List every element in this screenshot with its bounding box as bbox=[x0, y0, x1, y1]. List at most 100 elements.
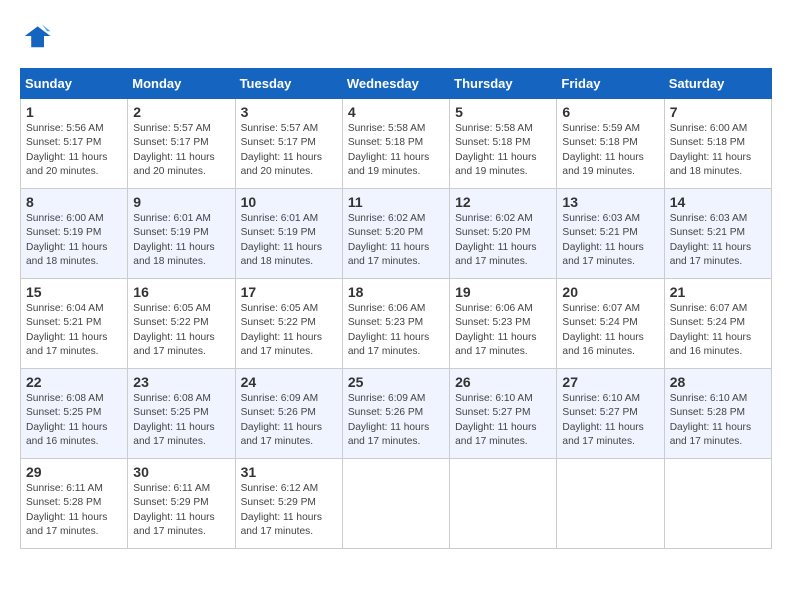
calendar-cell: 21 Sunrise: 6:07 AM Sunset: 5:24 PM Dayli… bbox=[664, 279, 771, 369]
cell-details: Sunrise: 6:11 AM Sunset: 5:29 PM Dayligh… bbox=[133, 482, 229, 539]
cell-details: Sunrise: 6:12 AM Sunset: 5:29 PM Dayligh… bbox=[241, 482, 337, 539]
day-number: 14 bbox=[670, 194, 766, 210]
day-number: 18 bbox=[348, 284, 444, 300]
dow-tuesday: Tuesday bbox=[235, 69, 342, 99]
cell-details: Sunrise: 6:09 AM Sunset: 5:26 PM Dayligh… bbox=[348, 392, 444, 449]
calendar-cell: 24 Sunrise: 6:09 AM Sunset: 5:26 PM Dayli… bbox=[235, 369, 342, 459]
calendar-cell: 25 Sunrise: 6:09 AM Sunset: 5:26 PM Dayli… bbox=[342, 369, 449, 459]
calendar-cell: 9Sunrise: 6:01 AM Sunset: 5:19 PM Daylig… bbox=[128, 189, 235, 279]
calendar-week-1: 1 Sunrise: 5:56 AM Sunset: 5:17 PM Daylig… bbox=[21, 99, 772, 189]
calendar-cell: 10 Sunrise: 6:01 AM Sunset: 5:19 PM Dayli… bbox=[235, 189, 342, 279]
cell-details: Sunrise: 6:08 AM Sunset: 5:25 PM Dayligh… bbox=[26, 392, 122, 449]
calendar-cell: 20 Sunrise: 6:07 AM Sunset: 5:24 PM Dayli… bbox=[557, 279, 664, 369]
calendar-week-3: 15Sunrise: 6:04 AM Sunset: 5:21 PM Dayli… bbox=[21, 279, 772, 369]
calendar-cell: 29 Sunrise: 6:11 AM Sunset: 5:28 PM Dayli… bbox=[21, 459, 128, 549]
cell-details: Sunrise: 5:56 AM Sunset: 5:17 PM Dayligh… bbox=[26, 122, 122, 179]
day-number: 23 bbox=[133, 374, 229, 390]
cell-details: Sunrise: 5:58 AM Sunset: 5:18 PM Dayligh… bbox=[455, 122, 551, 179]
calendar-cell: 2 Sunrise: 5:57 AM Sunset: 5:17 PM Daylig… bbox=[128, 99, 235, 189]
day-number: 24 bbox=[241, 374, 337, 390]
day-number: 31 bbox=[241, 464, 337, 480]
cell-details: Sunrise: 6:07 AM Sunset: 5:24 PM Dayligh… bbox=[562, 302, 658, 359]
cell-details: Sunrise: 6:05 AM Sunset: 5:22 PM Dayligh… bbox=[133, 302, 229, 359]
calendar-week-4: 22 Sunrise: 6:08 AM Sunset: 5:25 PM Dayli… bbox=[21, 369, 772, 459]
day-number: 25 bbox=[348, 374, 444, 390]
calendar-cell bbox=[342, 459, 449, 549]
cell-details: Sunrise: 6:06 AM Sunset: 5:23 PM Dayligh… bbox=[455, 302, 551, 359]
calendar-cell: 6 Sunrise: 5:59 AM Sunset: 5:18 PM Daylig… bbox=[557, 99, 664, 189]
dow-friday: Friday bbox=[557, 69, 664, 99]
calendar-cell: 19 Sunrise: 6:06 AM Sunset: 5:23 PM Dayli… bbox=[450, 279, 557, 369]
cell-details: Sunrise: 5:59 AM Sunset: 5:18 PM Dayligh… bbox=[562, 122, 658, 179]
calendar-cell: 14 Sunrise: 6:03 AM Sunset: 5:21 PM Dayli… bbox=[664, 189, 771, 279]
cell-details: Sunrise: 6:08 AM Sunset: 5:25 PM Dayligh… bbox=[133, 392, 229, 449]
calendar-cell: 27Sunrise: 6:10 AM Sunset: 5:27 PM Dayli… bbox=[557, 369, 664, 459]
day-number: 21 bbox=[670, 284, 766, 300]
cell-details: Sunrise: 6:11 AM Sunset: 5:28 PM Dayligh… bbox=[26, 482, 122, 539]
calendar-cell: 16 Sunrise: 6:05 AM Sunset: 5:22 PM Dayli… bbox=[128, 279, 235, 369]
cell-details: Sunrise: 5:57 AM Sunset: 5:17 PM Dayligh… bbox=[241, 122, 337, 179]
calendar-cell: 12Sunrise: 6:02 AM Sunset: 5:20 PM Dayli… bbox=[450, 189, 557, 279]
day-number: 4 bbox=[348, 104, 444, 120]
day-number: 30 bbox=[133, 464, 229, 480]
calendar-cell: 3 Sunrise: 5:57 AM Sunset: 5:17 PM Daylig… bbox=[235, 99, 342, 189]
day-number: 10 bbox=[241, 194, 337, 210]
calendar-cell: 1 Sunrise: 5:56 AM Sunset: 5:17 PM Daylig… bbox=[21, 99, 128, 189]
dow-sunday: Sunday bbox=[21, 69, 128, 99]
dow-saturday: Saturday bbox=[664, 69, 771, 99]
day-number: 16 bbox=[133, 284, 229, 300]
day-number: 17 bbox=[241, 284, 337, 300]
dow-wednesday: Wednesday bbox=[342, 69, 449, 99]
cell-details: Sunrise: 6:00 AM Sunset: 5:19 PM Dayligh… bbox=[26, 212, 122, 269]
day-number: 2 bbox=[133, 104, 229, 120]
cell-details: Sunrise: 6:03 AM Sunset: 5:21 PM Dayligh… bbox=[562, 212, 658, 269]
day-number: 9 bbox=[133, 194, 229, 210]
cell-details: Sunrise: 6:03 AM Sunset: 5:21 PM Dayligh… bbox=[670, 212, 766, 269]
calendar-cell: 23 Sunrise: 6:08 AM Sunset: 5:25 PM Dayli… bbox=[128, 369, 235, 459]
day-number: 11 bbox=[348, 194, 444, 210]
day-number: 22 bbox=[26, 374, 122, 390]
day-number: 13 bbox=[562, 194, 658, 210]
day-number: 3 bbox=[241, 104, 337, 120]
cell-details: Sunrise: 5:58 AM Sunset: 5:18 PM Dayligh… bbox=[348, 122, 444, 179]
cell-details: Sunrise: 6:10 AM Sunset: 5:28 PM Dayligh… bbox=[670, 392, 766, 449]
day-number: 7 bbox=[670, 104, 766, 120]
calendar-cell: 18Sunrise: 6:06 AM Sunset: 5:23 PM Dayli… bbox=[342, 279, 449, 369]
day-number: 5 bbox=[455, 104, 551, 120]
day-number: 28 bbox=[670, 374, 766, 390]
dow-thursday: Thursday bbox=[450, 69, 557, 99]
calendar-cell: 15Sunrise: 6:04 AM Sunset: 5:21 PM Dayli… bbox=[21, 279, 128, 369]
calendar-cell: 31 Sunrise: 6:12 AM Sunset: 5:29 PM Dayli… bbox=[235, 459, 342, 549]
day-number: 1 bbox=[26, 104, 122, 120]
calendar-cell bbox=[664, 459, 771, 549]
cell-details: Sunrise: 5:57 AM Sunset: 5:17 PM Dayligh… bbox=[133, 122, 229, 179]
cell-details: Sunrise: 6:07 AM Sunset: 5:24 PM Dayligh… bbox=[670, 302, 766, 359]
cell-details: Sunrise: 6:04 AM Sunset: 5:21 PM Dayligh… bbox=[26, 302, 122, 359]
day-number: 19 bbox=[455, 284, 551, 300]
cell-details: Sunrise: 6:09 AM Sunset: 5:26 PM Dayligh… bbox=[241, 392, 337, 449]
calendar-cell: 4 Sunrise: 5:58 AM Sunset: 5:18 PM Daylig… bbox=[342, 99, 449, 189]
cell-details: Sunrise: 6:05 AM Sunset: 5:22 PM Dayligh… bbox=[241, 302, 337, 359]
logo bbox=[20, 20, 56, 52]
calendar-cell bbox=[450, 459, 557, 549]
day-number: 27 bbox=[562, 374, 658, 390]
day-number: 29 bbox=[26, 464, 122, 480]
calendar-cell: 5 Sunrise: 5:58 AM Sunset: 5:18 PM Daylig… bbox=[450, 99, 557, 189]
day-number: 8 bbox=[26, 194, 122, 210]
calendar-cell: 22 Sunrise: 6:08 AM Sunset: 5:25 PM Dayli… bbox=[21, 369, 128, 459]
calendar-cell: 28 Sunrise: 6:10 AM Sunset: 5:28 PM Dayli… bbox=[664, 369, 771, 459]
cell-details: Sunrise: 6:01 AM Sunset: 5:19 PM Dayligh… bbox=[241, 212, 337, 269]
calendar-cell: 13 Sunrise: 6:03 AM Sunset: 5:21 PM Dayli… bbox=[557, 189, 664, 279]
calendar-cell: 11Sunrise: 6:02 AM Sunset: 5:20 PM Dayli… bbox=[342, 189, 449, 279]
days-of-week-header: SundayMondayTuesdayWednesdayThursdayFrid… bbox=[21, 69, 772, 99]
calendar-cell: 30 Sunrise: 6:11 AM Sunset: 5:29 PM Dayli… bbox=[128, 459, 235, 549]
calendar-body: 1 Sunrise: 5:56 AM Sunset: 5:17 PM Daylig… bbox=[21, 99, 772, 549]
cell-details: Sunrise: 6:10 AM Sunset: 5:27 PM Dayligh… bbox=[455, 392, 551, 449]
calendar-week-2: 8 Sunrise: 6:00 AM Sunset: 5:19 PM Daylig… bbox=[21, 189, 772, 279]
calendar-cell: 26Sunrise: 6:10 AM Sunset: 5:27 PM Dayli… bbox=[450, 369, 557, 459]
calendar-cell: 7Sunrise: 6:00 AM Sunset: 5:18 PM Daylig… bbox=[664, 99, 771, 189]
logo-icon bbox=[20, 20, 52, 52]
day-number: 6 bbox=[562, 104, 658, 120]
day-number: 20 bbox=[562, 284, 658, 300]
calendar-cell: 17 Sunrise: 6:05 AM Sunset: 5:22 PM Dayli… bbox=[235, 279, 342, 369]
